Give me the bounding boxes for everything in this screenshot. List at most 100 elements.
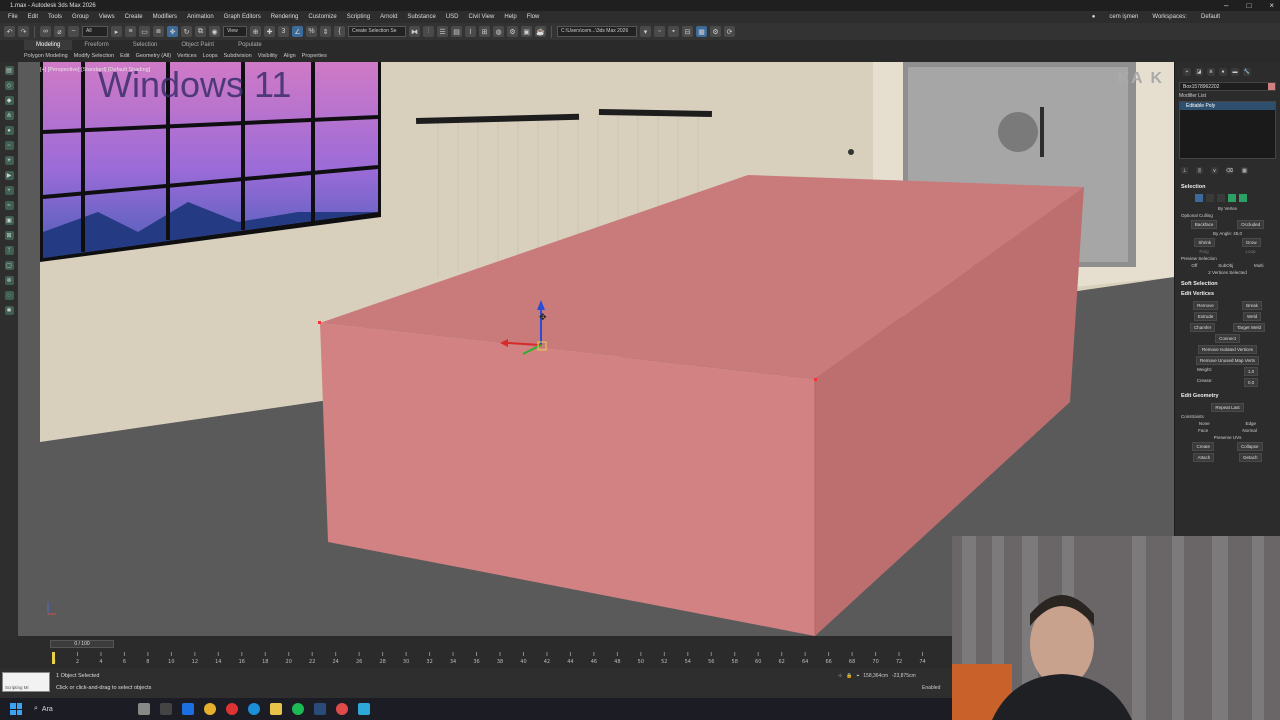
menu-civil-view[interactable]: Civil View xyxy=(464,14,500,20)
preserve-uvs-checkbox[interactable]: Preserve UVs xyxy=(1181,435,1274,440)
menu-help[interactable]: Help xyxy=(500,14,522,20)
element-mode-icon[interactable] xyxy=(1239,194,1247,202)
by-angle-field[interactable]: By Angle: 45,0 xyxy=(1181,231,1274,236)
maxscript-listener[interactable]: Scripting Mi xyxy=(2,672,50,692)
close-icon[interactable]: × xyxy=(1269,0,1274,11)
edit-named-sets-icon[interactable]: { xyxy=(334,26,345,37)
project-path-select[interactable]: C:\Users\cem...\3ds Max 2026 xyxy=(557,26,637,37)
steam-icon[interactable] xyxy=(314,703,326,715)
curve-editor-icon[interactable]: ⌇ xyxy=(465,26,476,37)
rect-selection-icon[interactable]: ▭ xyxy=(139,26,150,37)
menu-arnold[interactable]: Arnold xyxy=(376,14,403,20)
maximize-icon[interactable]: □ xyxy=(1246,0,1251,11)
modifier-stack[interactable]: Editable Poly xyxy=(1179,101,1276,159)
menu-substance[interactable]: Substance xyxy=(403,14,441,20)
active-layout-icon[interactable]: ▦ xyxy=(696,26,707,37)
detach-button[interactable]: Detach xyxy=(1239,453,1262,462)
remove-modifier-icon[interactable]: ⌫ xyxy=(1226,167,1233,174)
ribbon-tab-object-paint[interactable]: Object Paint xyxy=(169,40,226,50)
menu-modifiers[interactable]: Modifiers xyxy=(149,14,183,20)
scale-icon[interactable]: ⧉ xyxy=(195,26,206,37)
connect-button[interactable]: Connect xyxy=(1215,334,1240,343)
isolate-icon[interactable]: ⊹ xyxy=(838,673,842,679)
ribbon-panel-vertices[interactable]: Vertices xyxy=(177,53,203,59)
attach-button[interactable]: Attach xyxy=(1193,453,1215,462)
menu-edit[interactable]: Edit xyxy=(24,14,44,20)
viewport-layout-icon[interactable]: ⊟ xyxy=(682,26,693,37)
pin-stack-icon[interactable]: ⊥ xyxy=(1181,167,1188,174)
menu-flow[interactable]: Flow xyxy=(523,14,546,20)
remove-button[interactable]: Remove xyxy=(1193,301,1218,310)
ribbon-tab-modeling[interactable]: Modeling xyxy=(24,40,73,50)
spotify-icon[interactable] xyxy=(292,703,304,715)
ribbon-tab-populate[interactable]: Populate xyxy=(226,40,274,50)
loop-button[interactable]: Loop xyxy=(1246,249,1256,254)
preview-subobj-radio[interactable]: SubObj xyxy=(1218,263,1233,268)
material-editor-icon[interactable]: ◍ xyxy=(493,26,504,37)
polygon-mode-icon[interactable] xyxy=(1228,194,1236,202)
create-button[interactable]: Create xyxy=(1192,442,1214,451)
spacewarps-filter-icon[interactable]: ≈ xyxy=(4,201,14,210)
utilities-tab-icon[interactable]: 🔧 xyxy=(1243,68,1251,76)
constraint-none-radio[interactable]: None xyxy=(1199,421,1210,426)
modify-tab-icon[interactable]: ◪ xyxy=(1195,68,1203,76)
window-crossing-icon[interactable]: ⧈ xyxy=(153,26,164,37)
display-none-icon[interactable]: ◇ xyxy=(4,81,14,90)
weight-spinner[interactable]: 1,0 xyxy=(1243,367,1259,376)
reference-coord-select[interactable]: View xyxy=(223,26,247,37)
lights-filter-icon[interactable]: ☀ xyxy=(4,156,14,165)
collapse-button[interactable]: Collapse xyxy=(1236,442,1263,451)
edit-geometry-rollout-title[interactable]: Edit Geometry xyxy=(1175,389,1280,401)
open-file-icon[interactable]: ▫ xyxy=(654,26,665,37)
menu-views[interactable]: Views xyxy=(95,14,121,20)
menu-scripting[interactable]: Scripting xyxy=(343,14,376,20)
track-bar[interactable]: 0246810121416182022242628303234363840424… xyxy=(50,652,950,664)
by-vertex-checkbox[interactable]: By Vertex xyxy=(1181,206,1274,211)
sync-icon[interactable]: ⟳ xyxy=(724,26,735,37)
xrefs-filter-icon[interactable]: ⊠ xyxy=(4,231,14,240)
menu-file[interactable]: File xyxy=(4,14,24,20)
edge-icon[interactable] xyxy=(248,703,260,715)
align-icon[interactable]: ⫶ xyxy=(423,26,434,37)
named-selection-select[interactable]: Create Selection Se xyxy=(348,26,406,37)
unlink-icon[interactable]: ⌀ xyxy=(54,26,65,37)
shrink-button[interactable]: Shrink xyxy=(1194,238,1216,247)
ribbon-panel-align[interactable]: Align xyxy=(284,53,302,59)
x-coord-field[interactable]: 158,364cm xyxy=(863,673,888,679)
constraint-edge-radio[interactable]: Edge xyxy=(1246,421,1257,426)
menu-tools[interactable]: Tools xyxy=(44,14,68,20)
constraint-face-radio[interactable]: Face xyxy=(1198,428,1208,433)
absolute-mode-icon[interactable]: ⌖ xyxy=(856,673,859,679)
ribbon-panel-edit[interactable]: Edit xyxy=(120,53,135,59)
soft-selection-rollout-title[interactable]: Soft Selection xyxy=(1175,277,1280,289)
file-explorer-icon[interactable] xyxy=(270,703,282,715)
y-coord-field[interactable]: -23,875cm xyxy=(892,673,916,679)
scene-explorer-icon[interactable]: ▤ xyxy=(4,66,14,75)
layer-explorer-icon[interactable]: ☰ xyxy=(437,26,448,37)
display-shaded-icon[interactable]: ◆ xyxy=(4,96,14,105)
remove-unused-map-verts-button[interactable]: Remove Unused Map Verts xyxy=(1195,356,1260,365)
weld-button[interactable]: Weld xyxy=(1243,312,1262,321)
placement-icon[interactable]: ◉ xyxy=(209,26,220,37)
select-object-icon[interactable]: ▸ xyxy=(111,26,122,37)
vertex-mode-icon[interactable] xyxy=(1195,194,1203,202)
motion-tab-icon[interactable]: ● xyxy=(1219,68,1227,76)
occluded-button[interactable]: Occluded xyxy=(1237,220,1265,229)
backface-button[interactable]: Backface xyxy=(1190,220,1218,229)
grow-button[interactable]: Grow xyxy=(1241,238,1261,247)
create-tab-icon[interactable]: + xyxy=(1183,68,1191,76)
spinner-snap-icon[interactable]: ⇕ xyxy=(320,26,331,37)
selection-rollout-title[interactable]: Selection xyxy=(1175,180,1280,192)
ribbon-panel-geometry-all-[interactable]: Geometry (All) xyxy=(136,53,177,59)
select-by-name-icon[interactable]: ≡ xyxy=(125,26,136,37)
ribbon-tab-selection[interactable]: Selection xyxy=(121,40,170,50)
ribbon-panel-visibility[interactable]: Visibility xyxy=(258,53,284,59)
preview-multi-radio[interactable]: Multi xyxy=(1254,263,1264,268)
windows-start-icon[interactable] xyxy=(10,703,22,715)
menu-animation[interactable]: Animation xyxy=(183,14,220,20)
save-icon[interactable]: ▪ xyxy=(668,26,679,37)
snap-icon[interactable]: 3 xyxy=(278,26,289,37)
object-color-swatch[interactable] xyxy=(1268,83,1275,90)
frozen-filter-icon[interactable]: ❄ xyxy=(4,276,14,285)
constraint-normal-radio[interactable]: Normal xyxy=(1242,428,1257,433)
